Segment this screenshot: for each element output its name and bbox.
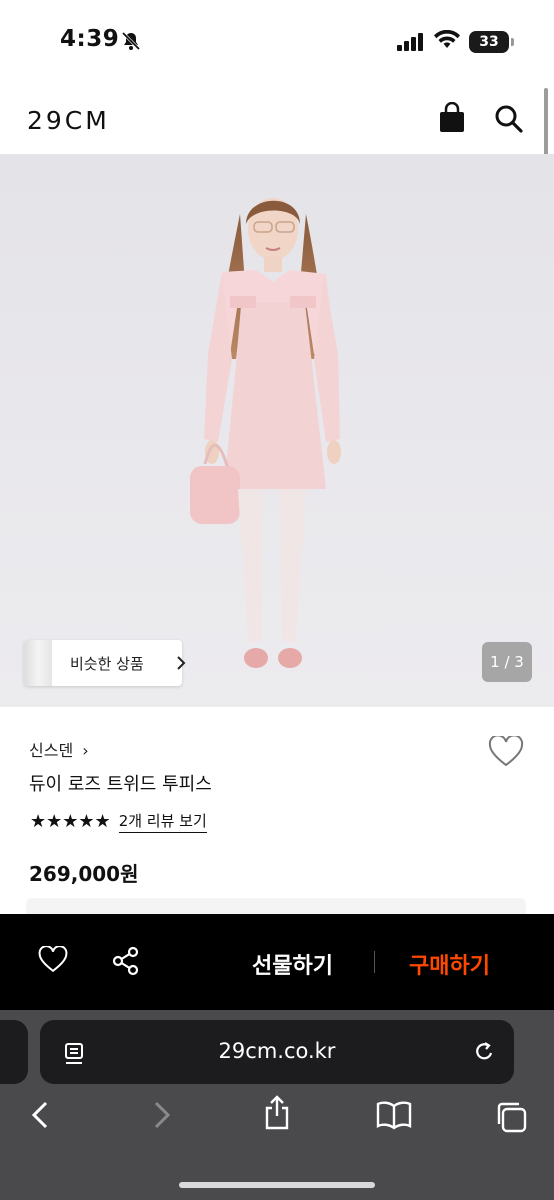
price: 269,000원: [29, 862, 139, 886]
rating-stars: ★★★★★: [30, 811, 111, 832]
address-bar[interactable]: 29cm.co.kr: [40, 1020, 514, 1084]
page-indicator: 1 / 3: [482, 642, 532, 682]
browser-chrome: 29cm.co.kr: [0, 1010, 554, 1200]
product-image[interactable]: 비슷한 상품 1 / 3: [0, 154, 554, 707]
review-link[interactable]: 2개 리뷰 보기: [118, 810, 207, 833]
heart-icon[interactable]: [38, 945, 68, 978]
divider: [374, 951, 375, 973]
battery-icon: 33: [469, 31, 514, 53]
wifi-icon: [434, 29, 460, 54]
app-header: 29CM: [0, 78, 554, 154]
brand-link[interactable]: 신스덴 ›: [29, 737, 89, 761]
logo[interactable]: 29CM: [27, 106, 110, 135]
status-bar: 4:39 33: [0, 0, 554, 78]
reload-icon[interactable]: [472, 1040, 496, 1068]
shopping-bag-icon[interactable]: [437, 101, 467, 138]
rating-row: ★★★★★ 2개 리뷰 보기: [30, 810, 207, 833]
bell-off-icon: [120, 30, 142, 56]
scroll-indicator: [544, 88, 548, 158]
similar-products-button[interactable]: 비슷한 상품: [24, 640, 186, 686]
brand-name: 신스덴: [29, 741, 74, 760]
share-icon[interactable]: [111, 946, 141, 980]
home-indicator: [179, 1182, 375, 1188]
back-icon[interactable]: [30, 1100, 52, 1134]
forward-icon[interactable]: [150, 1100, 172, 1134]
bookmarks-icon[interactable]: [376, 1100, 412, 1134]
similar-thumbnail: [24, 640, 52, 686]
model-illustration: [190, 198, 341, 668]
tabs-icon[interactable]: [494, 1100, 528, 1138]
chevron-right-icon: ›: [82, 741, 89, 760]
chevron-right-icon: [176, 655, 186, 675]
status-time: 4:39: [60, 26, 120, 52]
search-icon[interactable]: [494, 104, 524, 138]
action-bar: 선물하기 구매하기: [0, 914, 554, 1010]
signal-icon: [397, 33, 425, 55]
buy-button[interactable]: 구매하기: [409, 948, 490, 980]
browser-toolbar: [0, 1095, 554, 1160]
heart-icon[interactable]: [488, 734, 524, 772]
share-sheet-icon[interactable]: [262, 1094, 292, 1136]
similar-label: 비슷한 상품: [70, 655, 144, 673]
url-text: 29cm.co.kr: [218, 1039, 336, 1063]
gift-button[interactable]: 선물하기: [252, 948, 333, 980]
product-name: 듀이 로즈 트위드 투피스: [29, 774, 212, 795]
previous-tab[interactable]: [0, 1020, 28, 1084]
